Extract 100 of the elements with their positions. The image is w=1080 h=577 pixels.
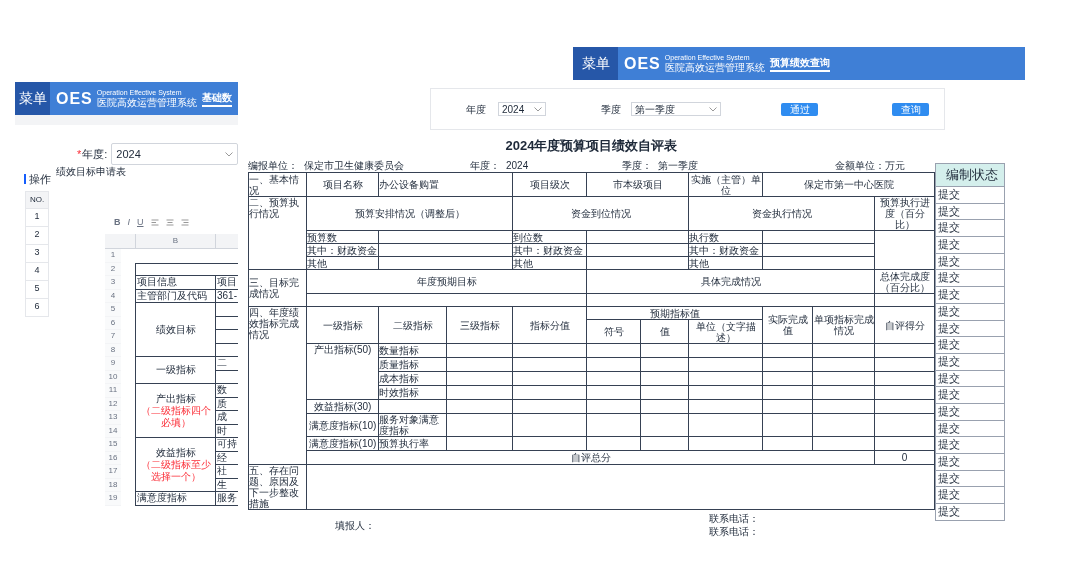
table-cell	[640, 357, 689, 372]
table-cell	[446, 436, 513, 451]
logo-subtitle: 医院高效运营管理系统	[664, 62, 765, 73]
table-cell: 4	[25, 262, 49, 281]
field-label: 填报人：	[335, 520, 375, 533]
field-label: 联系电话：	[709, 526, 759, 537]
format-button[interactable]: I	[127, 217, 130, 227]
logo: OES	[56, 90, 93, 107]
table-cell: 自评得分	[874, 306, 935, 344]
table-cell	[446, 413, 513, 437]
align-right-icon[interactable]	[180, 218, 189, 226]
field-label: 年度：	[470, 159, 500, 172]
quarter-select[interactable]: 第一季度	[631, 102, 721, 116]
caret-icon	[534, 106, 542, 112]
table-cell: 提交	[935, 303, 1005, 321]
form-title: 2024年度预算项目绩效自评表	[504, 138, 679, 154]
section-title: 操作	[29, 172, 51, 187]
table-cell	[874, 385, 935, 400]
table-cell	[446, 343, 513, 358]
cell-text: 产出指标	[155, 392, 196, 405]
field-value: 第一季度	[658, 159, 698, 172]
table-cell: 预期指标值	[586, 306, 763, 320]
table-cell: 提交	[935, 203, 1005, 221]
nav-tab[interactable]: 预算绩效查询	[769, 55, 830, 72]
menu-button[interactable]: 菜单	[573, 47, 618, 80]
column-header: B	[135, 234, 215, 249]
row-number: 15	[105, 438, 121, 452]
cell-text: 一级指标	[155, 364, 196, 376]
table-cell: 预算安排情况（调整后）	[306, 196, 513, 231]
table-cell: 提交	[935, 237, 1005, 254]
table-cell	[446, 399, 513, 414]
table-cell: 1	[25, 208, 49, 227]
table-cell: 办公设备购置	[378, 172, 513, 197]
table-cell	[812, 357, 875, 372]
field-value: 2024	[506, 159, 529, 172]
table-cell: 5	[25, 280, 49, 299]
table-cell: 其他	[512, 256, 587, 270]
table-cell: 年度预期目标	[306, 269, 587, 294]
table-cell: 时效指标	[378, 385, 447, 400]
row-number: 9	[105, 357, 121, 371]
row-number: 19	[105, 492, 121, 506]
row-number: 11	[105, 384, 121, 398]
year-select[interactable]: 2024	[111, 143, 238, 165]
table-cell: 成本指标	[378, 371, 447, 386]
table-cell	[874, 293, 935, 307]
table-cell	[762, 357, 813, 372]
menu-button[interactable]: 菜单	[15, 82, 50, 115]
action-button[interactable]: 查询	[892, 102, 929, 116]
format-button[interactable]: B	[114, 217, 121, 227]
table-cell: 一、基本情况	[248, 172, 307, 197]
cell-text: 项目信息	[137, 276, 177, 289]
table-cell: 单项指标完成情况	[812, 306, 875, 344]
table-cell: 其他	[306, 256, 379, 270]
table-cell: 单位（文字描述）	[688, 319, 763, 344]
table-cell: 保定市第一中心医院	[762, 172, 935, 197]
table-cell	[874, 357, 935, 372]
table-cell: 0	[874, 450, 935, 465]
table-cell: 市本级项目	[586, 172, 689, 197]
table-cell	[640, 413, 689, 437]
action-button[interactable]: 通过	[781, 102, 818, 116]
table-cell	[874, 343, 935, 358]
table-cell: 3	[25, 244, 49, 263]
table-cell	[812, 413, 875, 437]
year-select[interactable]: 2024	[498, 102, 546, 116]
table-cell: 到位数	[512, 230, 587, 244]
table-cell: 提交	[935, 187, 1005, 204]
align-left-icon[interactable]	[150, 218, 159, 226]
table-cell: 实施（主管）单位	[688, 172, 763, 197]
table-cell	[812, 371, 875, 386]
table-cell: 服务对象满意度指标	[378, 413, 447, 437]
table-cell: 满意度指标(10)	[306, 413, 379, 437]
table-cell	[586, 436, 641, 451]
field-label: 季度：	[622, 159, 652, 172]
row-number: 7	[105, 330, 121, 344]
cell-note: （二级指标至少选择一个）	[139, 458, 212, 483]
format-button[interactable]: U	[137, 217, 144, 227]
table-cell	[762, 371, 813, 386]
field-value: 保定市卫生健康委员会	[304, 159, 404, 172]
table-cell: 四、年度绩效指标完成情况	[248, 306, 307, 465]
table-cell: 值	[640, 319, 689, 344]
table-cell: 提交	[935, 320, 1005, 338]
table-cell	[762, 436, 813, 451]
table-cell: 具体完成情况	[586, 269, 875, 294]
align-center-icon[interactable]	[165, 218, 174, 226]
row-number: 3	[105, 276, 121, 290]
table-cell	[586, 413, 641, 437]
table-cell: 提交	[935, 287, 1005, 304]
table-cell: 自评总分	[306, 450, 875, 465]
row-number: 13	[105, 411, 121, 425]
table-cell: 提交	[935, 487, 1005, 505]
table-cell	[378, 399, 447, 414]
table-cell: 符号	[586, 319, 641, 344]
table-cell	[874, 371, 935, 386]
table-cell	[586, 371, 641, 386]
table-cell	[762, 385, 813, 400]
table-cell	[812, 436, 875, 451]
cell-text: 效益指标	[155, 446, 196, 459]
sheet-corner	[105, 234, 135, 249]
nav-tab[interactable]: 基础数	[201, 90, 232, 107]
table-cell: 提交	[935, 420, 1005, 438]
